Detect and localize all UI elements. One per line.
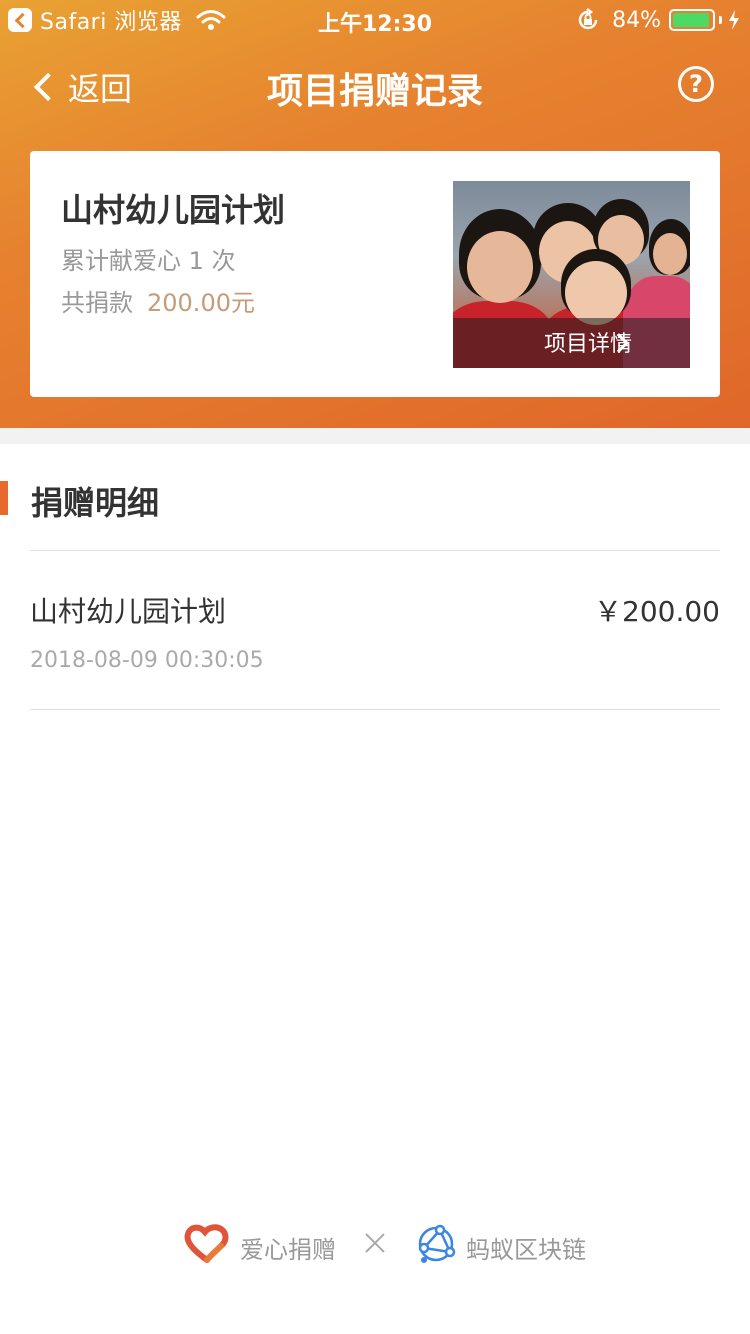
total-label: 共捐款 <box>61 289 133 317</box>
footer-ant-blockchain-label: 蚂蚁区块链 <box>466 1236 586 1264</box>
divider <box>30 709 720 710</box>
divider <box>30 550 720 551</box>
status-right: 84% <box>576 6 740 34</box>
section-separator <box>0 428 750 444</box>
heart-icon <box>184 1224 229 1263</box>
cross-icon <box>365 1233 385 1253</box>
page-title: 项目捐赠记录 <box>266 71 483 112</box>
record-timestamp: 2018-08-09 00:30:05 <box>30 648 264 673</box>
project-image[interactable]: 项目详情 <box>453 181 690 368</box>
status-bar: Safari 浏览器 上午12:30 84% <box>0 0 750 40</box>
ant-blockchain-icon <box>418 1224 456 1263</box>
photo-figure <box>565 261 627 325</box>
total-amount: 200.00元 <box>147 289 255 317</box>
donation-count: 累计献爱心 1 次 <box>61 247 236 275</box>
photo-figure <box>653 233 687 275</box>
footer-branding: 爱心捐赠 蚂蚁区块链 <box>0 1222 750 1266</box>
footer-love-donation-label: 爱心捐赠 <box>240 1236 336 1264</box>
record-project-name: 山村幼儿园计划 <box>30 595 227 628</box>
record-amount: ￥200.00 <box>594 595 720 628</box>
battery-percentage: 84% <box>612 7 661 33</box>
battery-level <box>673 13 709 27</box>
total-donation: 共捐款 200.00元 <box>61 283 255 318</box>
help-icon[interactable]: ? <box>678 66 714 102</box>
section-accent-bar <box>0 481 8 515</box>
photo-figure <box>467 231 533 303</box>
charging-bolt-icon <box>729 10 739 30</box>
battery-icon <box>669 9 715 31</box>
battery-cap <box>719 16 722 24</box>
project-summary-card: 山村幼儿园计划 累计献爱心 1 次 共捐款 200.00元 项目详情 <box>30 151 720 397</box>
navigation-bar: 返回 项目捐赠记录 ? <box>0 44 750 124</box>
section-title: 捐赠明细 <box>31 484 160 522</box>
project-name: 山村幼儿园计划 <box>61 191 286 229</box>
rotation-lock-icon <box>578 8 598 30</box>
